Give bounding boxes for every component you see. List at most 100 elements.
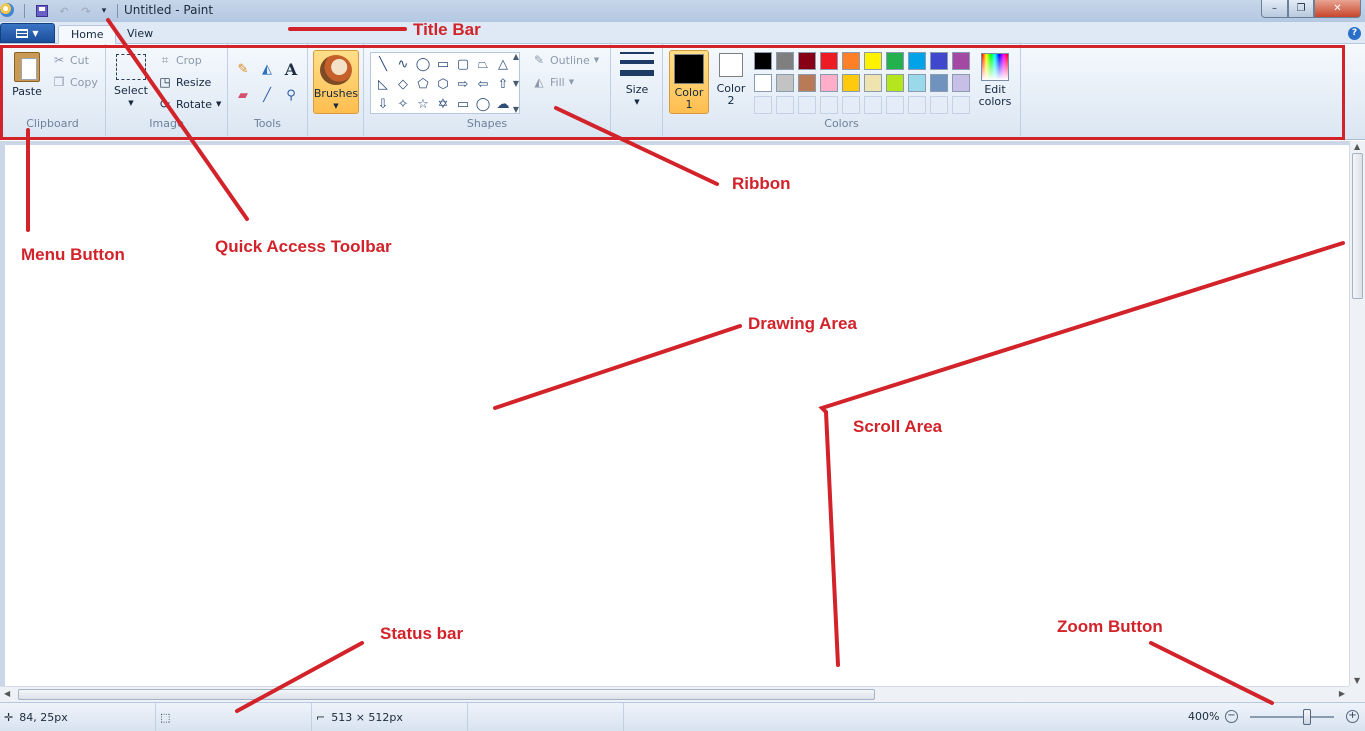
shape-outline-button[interactable]: ✎ Outline ▼ (532, 53, 599, 67)
palette-swatch[interactable] (952, 74, 970, 92)
shape-option[interactable]: ▭ (433, 54, 453, 74)
zoom-in-button[interactable]: + (1346, 710, 1359, 723)
custom-color-slot[interactable] (864, 96, 882, 114)
pencil-icon[interactable]: ✎ (232, 58, 254, 80)
palette-swatch[interactable] (820, 74, 838, 92)
shape-option[interactable]: ╲ (373, 54, 393, 74)
scroll-left-icon[interactable]: ◀ (4, 689, 10, 698)
restore-icon: ❐ (1296, 3, 1306, 14)
palette-swatch[interactable] (820, 52, 838, 70)
shape-option[interactable]: ▭ (453, 94, 473, 114)
palette-swatch[interactable] (842, 52, 860, 70)
chevron-down-icon[interactable]: ▼ (513, 79, 519, 88)
palette-swatch[interactable] (908, 52, 926, 70)
custom-color-slot[interactable] (776, 96, 794, 114)
shape-option[interactable]: ◯ (413, 54, 433, 74)
color-1-button[interactable]: Color 1 (669, 50, 709, 114)
shape-option[interactable]: ⬡ (433, 74, 453, 94)
palette-swatch[interactable] (930, 52, 948, 70)
palette-swatch[interactable] (930, 74, 948, 92)
quick-redo-button[interactable]: ↷ (78, 3, 94, 19)
palette-swatch[interactable] (952, 52, 970, 70)
customize-quick-access-button[interactable]: ▾ (96, 3, 112, 19)
eraser-icon[interactable]: ▰ (232, 84, 254, 106)
text-tool-icon[interactable]: A (280, 58, 302, 80)
palette-swatch[interactable] (864, 52, 882, 70)
close-button[interactable]: ✕ (1314, 0, 1361, 18)
zoom-slider-thumb[interactable] (1303, 709, 1311, 725)
image-group: Select ▼ ⌗ Crop ◳ Resize ⟳ Rotate ▼ Imag… (106, 44, 228, 136)
brushes-button[interactable]: Brushes ▼ (313, 50, 359, 114)
shape-option[interactable]: ∿ (393, 54, 413, 74)
drawing-canvas[interactable] (5, 145, 1349, 686)
custom-color-slot[interactable] (798, 96, 816, 114)
shape-option[interactable]: ⬠ (413, 74, 433, 94)
palette-swatch[interactable] (754, 52, 772, 70)
shape-option[interactable]: ◯ (473, 94, 493, 114)
size-button[interactable]: Size ▼ (618, 52, 656, 108)
shapes-gallery-scroll[interactable]: ▲ ▼ ▼ (510, 52, 522, 114)
tab-view[interactable]: View (115, 25, 165, 44)
paste-button[interactable]: Paste (10, 52, 44, 98)
shape-option[interactable]: ✡ (433, 94, 453, 114)
fill-bucket-icon[interactable]: ◭ (256, 58, 278, 80)
shape-fill-button[interactable]: ◭ Fill ▼ (532, 75, 574, 89)
palette-swatch[interactable] (842, 74, 860, 92)
shape-option[interactable]: ◺ (373, 74, 393, 94)
custom-color-slot[interactable] (930, 96, 948, 114)
horizontal-scroll-thumb[interactable] (18, 689, 875, 700)
palette-swatch[interactable] (754, 74, 772, 92)
quick-undo-button[interactable]: ↶ (56, 3, 72, 19)
copy-button[interactable]: ❐ Copy (52, 75, 98, 89)
horizontal-scrollbar[interactable]: ◀ ▶ (0, 686, 1349, 702)
palette-swatch[interactable] (776, 74, 794, 92)
shape-option[interactable]: ✧ (393, 94, 413, 114)
chevron-up-icon[interactable]: ▲ (513, 52, 519, 61)
vertical-scroll-thumb[interactable] (1352, 153, 1363, 299)
zoom-slider-track[interactable] (1250, 716, 1334, 718)
rotate-button[interactable]: ⟳ Rotate ▼ (158, 97, 221, 111)
annotation-status-bar: Status bar (380, 624, 464, 643)
shape-option[interactable]: ☆ (413, 94, 433, 114)
help-icon[interactable]: ? (1348, 27, 1361, 40)
shape-option[interactable]: ⇦ (473, 74, 493, 94)
palette-swatch[interactable] (798, 74, 816, 92)
expand-gallery-icon[interactable]: ▼ (513, 105, 519, 114)
color-picker-icon[interactable]: ╱ (256, 84, 278, 106)
scroll-right-icon[interactable]: ▶ (1339, 689, 1345, 698)
custom-color-slot[interactable] (908, 96, 926, 114)
shape-option[interactable]: ⇩ (373, 94, 393, 114)
crop-button[interactable]: ⌗ Crop (158, 53, 202, 67)
quick-save-button[interactable] (34, 3, 50, 19)
custom-color-slot[interactable] (952, 96, 970, 114)
palette-swatch[interactable] (776, 52, 794, 70)
shape-option[interactable]: ◇ (393, 74, 413, 94)
palette-swatch[interactable] (798, 52, 816, 70)
tab-home[interactable]: Home (58, 25, 117, 44)
palette-swatch[interactable] (864, 74, 882, 92)
palette-swatch[interactable] (886, 74, 904, 92)
scroll-down-icon[interactable]: ▼ (1354, 676, 1360, 685)
minimize-button[interactable]: – (1261, 0, 1288, 18)
scroll-up-icon[interactable]: ▲ (1354, 142, 1360, 151)
maximize-button[interactable]: ❐ (1288, 0, 1314, 18)
edit-colors-button[interactable]: Edit colors (976, 53, 1014, 108)
color-2-button[interactable]: Color 2 (713, 53, 749, 107)
paint-app-icon[interactable] (0, 3, 14, 17)
custom-color-slot[interactable] (886, 96, 904, 114)
custom-color-slot[interactable] (842, 96, 860, 114)
custom-color-slot[interactable] (754, 96, 772, 114)
paint-menu-button[interactable]: ▼ (0, 23, 55, 43)
shape-option[interactable]: ⇨ (453, 74, 473, 94)
palette-swatch[interactable] (886, 52, 904, 70)
magnifier-icon[interactable]: ⚲ (280, 84, 302, 106)
vertical-scrollbar[interactable]: ▲ ▼ (1349, 141, 1365, 686)
shape-option[interactable]: ⏢ (473, 54, 493, 74)
zoom-out-button[interactable]: − (1225, 710, 1238, 723)
cut-button[interactable]: ✂ Cut (52, 53, 89, 67)
custom-color-slot[interactable] (820, 96, 838, 114)
select-button[interactable]: Select ▼ (114, 54, 148, 109)
palette-swatch[interactable] (908, 74, 926, 92)
shape-option[interactable]: ▢ (453, 54, 473, 74)
resize-button[interactable]: ◳ Resize (158, 75, 211, 89)
